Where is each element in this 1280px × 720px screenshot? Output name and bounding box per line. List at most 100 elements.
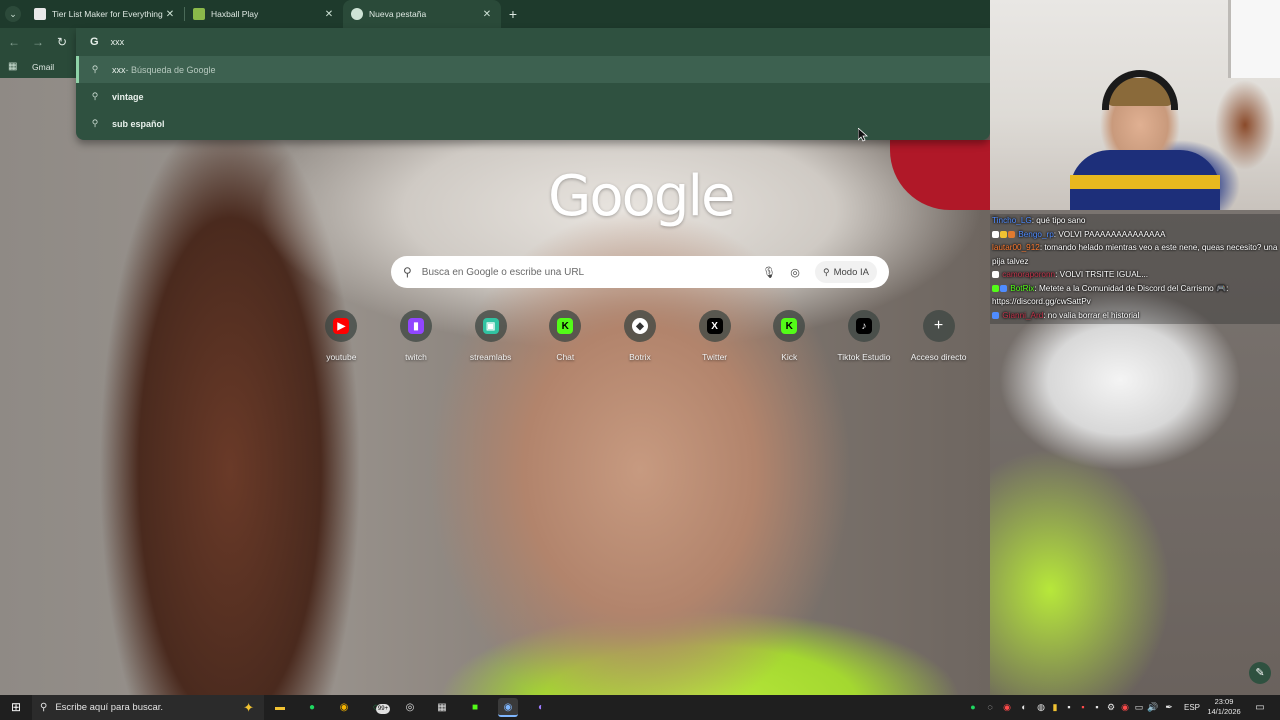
record-tray-icon[interactable]: ◉ <box>1000 699 1014 716</box>
notifications-icon[interactable]: ▭ <box>1252 699 1268 716</box>
chat-username: Bengo_rp <box>1018 229 1054 239</box>
obs-icon[interactable]: ◎ <box>400 698 420 717</box>
tier-list-favicon-icon <box>34 8 46 20</box>
apps-grid-icon[interactable]: ▦ <box>8 62 18 72</box>
customize-pencil-icon[interactable]: ✎ <box>1249 662 1271 684</box>
back-icon[interactable]: ← <box>6 34 22 50</box>
badge-icon <box>992 271 999 278</box>
shortcut-label: Botrix <box>629 352 651 362</box>
chat-message: camoraporonn: VOLVI TRSITE IGUAL... <box>990 268 1280 282</box>
badge-icon <box>1000 230 1007 238</box>
suggestion-item[interactable]: ⚲ xxx - Búsqueda de Google <box>76 56 990 83</box>
shortcut-chat[interactable]: K Chat <box>528 310 603 370</box>
window-background <box>1228 0 1280 78</box>
spotify-icon[interactable]: ● <box>302 698 322 717</box>
botrix-icon: ◆ <box>631 318 648 334</box>
close-icon[interactable]: ✕ <box>323 9 335 20</box>
shortcut-botrix[interactable]: ◆ Botrix <box>603 310 678 370</box>
whatsapp-tray-icon[interactable]: ◌ <box>983 699 997 716</box>
chat-username: BotRix <box>1010 283 1035 293</box>
windows-start-icon[interactable]: ⊞ <box>4 698 28 717</box>
tab-tier-list[interactable]: Tier List Maker for Everything - ✕ <box>26 0 184 28</box>
webcam-overlay <box>990 0 1280 210</box>
chat-overlay: Tincho_LG: qué tipo sano Bengo_rp: VOLVI… <box>990 214 1280 324</box>
language-indicator[interactable]: ESP <box>1182 695 1202 720</box>
address-bar[interactable]: G xxx <box>76 28 990 56</box>
address-input-value[interactable]: xxx <box>111 37 125 47</box>
ntp-search-box[interactable]: ⚲ Busca en Google o escribe una URL 🎙 ◎ … <box>391 256 889 288</box>
bot-badge-icon <box>992 284 999 292</box>
shortcut-streamlabs[interactable]: ▣ streamlabs <box>453 310 528 370</box>
app-tray-icon[interactable]: ◉ <box>1118 699 1132 716</box>
badge-icon <box>992 230 999 238</box>
tab-haxball[interactable]: Haxball Play ✕ <box>185 0 343 28</box>
reload-icon[interactable]: ↻ <box>54 34 70 50</box>
google-lens-icon[interactable]: ◎ <box>785 266 805 279</box>
steam-tray-icon[interactable]: ◍ <box>1034 699 1048 716</box>
ai-mode-label: Modo IA <box>833 266 869 278</box>
shortcut-twitch[interactable]: ▮ twitch <box>379 310 454 370</box>
minecraft-icon[interactable]: ■ <box>465 698 485 717</box>
suggestion-item[interactable]: ⚲ vintage <box>76 83 990 110</box>
verified-badge-icon <box>1000 284 1007 292</box>
volume-icon[interactable]: 🔊 <box>1146 699 1160 716</box>
shortcut-label: youtube <box>326 352 357 362</box>
new-tab-button[interactable]: + <box>501 0 525 28</box>
close-icon[interactable]: ✕ <box>481 9 493 20</box>
bookmark-gmail[interactable]: Gmail <box>32 62 54 72</box>
app-tray-icon[interactable]: ▪ <box>1076 699 1090 716</box>
close-icon[interactable]: ✕ <box>164 9 176 20</box>
screen: ⌄ Tier List Maker for Everything - ✕ Hax… <box>0 0 1280 720</box>
ai-mode-button[interactable]: ⚲ Modo IA <box>815 261 877 283</box>
shortcut-twitter[interactable]: X Twitter <box>677 310 752 370</box>
network-icon[interactable]: ▭ <box>1132 699 1146 716</box>
tab-title: Haxball Play <box>211 9 259 19</box>
chat-username: Tincho_LG <box>992 216 1032 225</box>
discord-icon[interactable]: ◐ <box>531 698 551 717</box>
calculator-icon[interactable]: ▦ <box>432 698 452 717</box>
x-icon: X <box>706 318 723 334</box>
chat-message: lautar00_912: tomando helado mientras ve… <box>990 241 1280 268</box>
shortcut-youtube[interactable]: ▶ youtube <box>304 310 379 370</box>
chat-username: Gianni_Ard <box>1002 310 1044 320</box>
clock-time: 23:09 <box>1214 697 1234 706</box>
chrome-favicon-icon <box>351 8 363 20</box>
pen-tray-icon[interactable]: ✒ <box>1162 699 1176 716</box>
clock[interactable]: 23:09 14/1/2026 <box>1204 697 1244 718</box>
tab-search-button[interactable]: ⌄ <box>0 0 26 28</box>
spotify-tray-icon[interactable]: ● <box>966 699 980 716</box>
file-explorer-icon[interactable]: ▬ <box>270 698 290 717</box>
chat-message: Gianni_Ard: no valia borrar el historial <box>990 309 1280 323</box>
tab-new-tab[interactable]: Nueva pestaña ✕ <box>343 0 501 28</box>
shortcut-kick[interactable]: K Kick <box>752 310 827 370</box>
add-shortcut-icon: + <box>933 317 944 334</box>
chat-text: : VOLVI PAAAAAAAAAAAAAA <box>1053 229 1166 239</box>
kick-icon: K <box>557 318 574 334</box>
discord-tray-icon[interactable]: ◐ <box>1017 699 1031 716</box>
suggestion-source: - Búsqueda de Google <box>125 64 216 75</box>
shortcut-add[interactable]: + Acceso directo <box>901 310 976 370</box>
taskbar-search[interactable]: ⚲ Escribe aquí para buscar. ✦ <box>32 695 264 720</box>
search-icon: ⚲ <box>40 702 48 713</box>
suggestion-item[interactable]: ⚲ sub español <box>76 110 990 137</box>
badge-icon <box>1008 230 1015 238</box>
app-tray-icon[interactable]: ▪ <box>1090 699 1104 716</box>
chrome-profile-icon[interactable]: ◉ <box>498 698 518 717</box>
chat-text: : qué tipo sano <box>1031 216 1086 225</box>
search-icon: ⚲ <box>403 265 412 279</box>
tiktok-icon: ♪ <box>855 318 872 334</box>
tab-strip: ⌄ Tier List Maker for Everything - ✕ Hax… <box>0 0 990 28</box>
shield-tray-icon[interactable]: ▮ <box>1048 699 1062 716</box>
shortcut-label: Twitter <box>702 352 728 362</box>
google-logo: Google <box>548 164 735 229</box>
search-placeholder[interactable]: Busca en Google o escribe una URL <box>422 267 753 278</box>
shortcut-label: twitch <box>405 352 427 362</box>
chrome-icon[interactable]: ◉ <box>334 698 354 717</box>
settings-tray-icon[interactable]: ⚙ <box>1104 699 1118 716</box>
shortcut-tiktok-estudio[interactable]: ♪ Tiktok Estudio <box>827 310 902 370</box>
forward-icon[interactable]: → <box>30 34 46 50</box>
haxball-favicon-icon <box>193 8 205 20</box>
app-tray-icon[interactable]: ▪ <box>1062 699 1076 716</box>
microphone-icon[interactable]: 🎙 <box>759 266 779 279</box>
search-icon: ⚲ <box>91 91 99 101</box>
